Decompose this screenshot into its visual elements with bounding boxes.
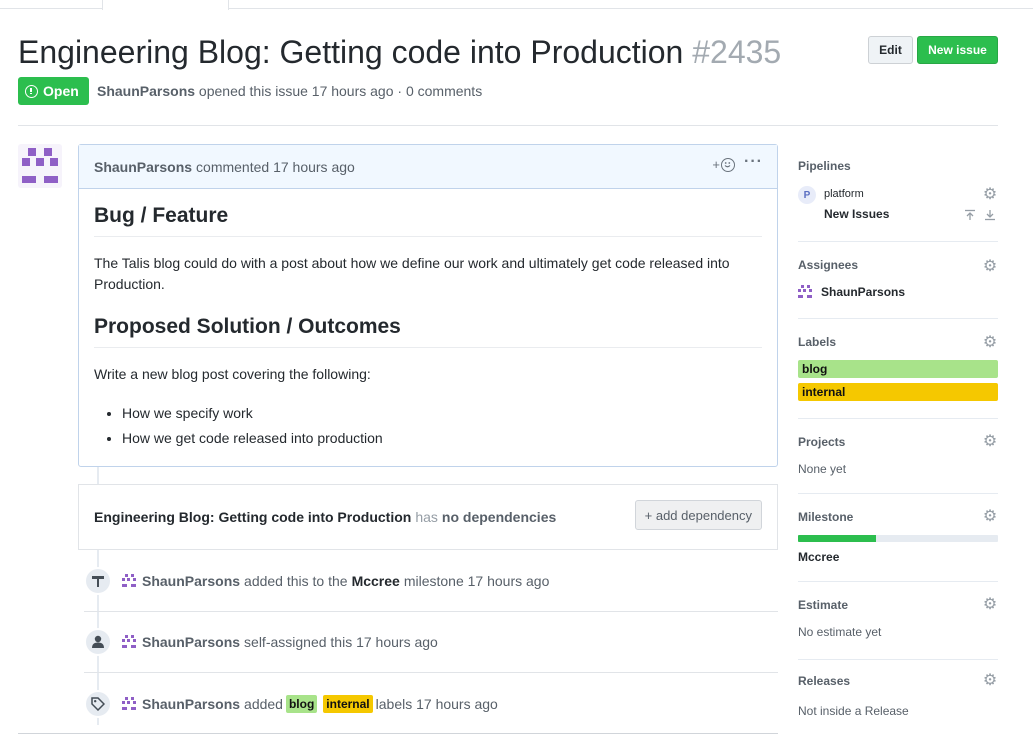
- avatar-pixel: [50, 158, 58, 166]
- move-to-bottom-icon[interactable]: [984, 208, 996, 221]
- dependency-issue-title: Engineering Blog: Getting code into Prod…: [94, 509, 412, 525]
- issue-opened-icon: [25, 84, 38, 98]
- event-text: added this to the: [244, 573, 348, 589]
- event-user-link[interactable]: ShaunParsons: [142, 696, 240, 712]
- gear-icon[interactable]: ⚙: [982, 673, 998, 689]
- issue-title: Engineering Blog: Getting code into Prod…: [18, 33, 781, 71]
- avatar-pixel: [28, 148, 36, 156]
- new-issue-button[interactable]: New issue: [917, 36, 998, 64]
- edit-button[interactable]: Edit: [868, 36, 913, 64]
- heading-proposed-solution: Proposed Solution / Outcomes: [94, 315, 762, 348]
- dependency-has: has: [415, 509, 438, 525]
- projects-value: None yet: [798, 462, 847, 476]
- list-item: How we get code released into production: [122, 426, 762, 451]
- event-user-link[interactable]: ShaunParsons: [142, 634, 240, 650]
- person-icon: [84, 628, 112, 656]
- avatar[interactable]: [122, 574, 136, 588]
- event-text: milestone 17 hours ago: [403, 573, 550, 589]
- comment-paragraph-2: Write a new blog post covering the follo…: [94, 366, 371, 382]
- avatar-pixel: [22, 176, 36, 183]
- milestone-name[interactable]: Mccree: [798, 550, 839, 564]
- timeline-event-labels: ShaunParsons added blog internal labels …: [84, 673, 778, 734]
- milestone-link[interactable]: Mccree: [352, 573, 400, 589]
- milestone-icon: [84, 567, 112, 595]
- gear-icon[interactable]: ⚙: [982, 434, 998, 450]
- timeline-event-milestone: ShaunParsons added this to the Mccree mi…: [84, 551, 778, 612]
- comment-bullet-list: How we specify work How we get code rele…: [94, 401, 762, 451]
- gear-icon[interactable]: ⚙: [982, 335, 998, 351]
- sidebar-projects: Projects ⚙ None yet: [798, 434, 998, 494]
- avatar[interactable]: [122, 635, 136, 649]
- issue-title-text: Engineering Blog: Getting code into Prod…: [18, 34, 684, 70]
- sidebar-heading-releases[interactable]: Releases: [798, 674, 998, 688]
- gear-icon[interactable]: ⚙: [982, 259, 998, 275]
- issue-number: #2435: [692, 34, 782, 70]
- timeline-bottom-divider: [18, 733, 778, 734]
- reaction-plus: +: [712, 157, 720, 172]
- milestone-progress: [798, 535, 998, 542]
- issue-comment: ShaunParsons commented 17 hours ago + ··…: [78, 144, 778, 467]
- event-user-link[interactable]: ShaunParsons: [142, 573, 240, 589]
- gear-icon[interactable]: ⚙: [982, 597, 998, 613]
- state-badge: Open: [18, 77, 89, 105]
- avatar[interactable]: [122, 696, 136, 711]
- sidebar-label-internal[interactable]: internal: [798, 383, 998, 401]
- pipeline-workspace: platform: [824, 188, 864, 200]
- sidebar-releases: Releases ⚙ Not inside a Release: [798, 673, 998, 741]
- sidebar-labels: Labels ⚙ blog internal: [798, 335, 998, 419]
- list-item: How we specify work: [122, 401, 762, 426]
- avatar-pixel: [22, 158, 30, 166]
- comment-header: ShaunParsons commented 17 hours ago + ··…: [79, 145, 777, 189]
- author-avatar[interactable]: [18, 144, 62, 188]
- timeline-event-assign: ShaunParsons self-assigned this 17 hours…: [84, 612, 778, 673]
- top-nav-active-tab[interactable]: [102, 0, 229, 10]
- issue-author-link[interactable]: ShaunParsons: [97, 83, 195, 99]
- milestone-progress-fill: [798, 535, 876, 542]
- event-text: added: [244, 695, 283, 712]
- gear-icon[interactable]: ⚙: [982, 509, 998, 525]
- gear-icon[interactable]: ⚙: [982, 187, 998, 203]
- avatar-pixel: [44, 148, 52, 156]
- more-options-icon[interactable]: ···: [744, 153, 763, 171]
- sidebar-heading-labels[interactable]: Labels: [798, 335, 998, 349]
- comment-time[interactable]: commented 17 hours ago: [196, 159, 355, 175]
- releases-value: Not inside a Release: [798, 704, 909, 718]
- state-label: Open: [43, 83, 79, 99]
- comment-body: Bug / Feature The Talis blog could do wi…: [79, 189, 777, 466]
- avatar-pixel: [36, 158, 44, 166]
- dependencies-box: Engineering Blog: Getting code into Prod…: [78, 484, 778, 550]
- avatar-pixel: [44, 176, 58, 183]
- estimate-value: No estimate yet: [798, 625, 882, 639]
- smiley-icon: [721, 157, 735, 172]
- dependency-status: no dependencies: [441, 509, 557, 525]
- issue-meta: ShaunParsons opened this issue 17 hours …: [97, 83, 482, 99]
- sidebar-heading-assignees[interactable]: Assignees: [798, 258, 998, 272]
- label-internal[interactable]: internal: [323, 694, 373, 713]
- comment-paragraph-1: The Talis blog could do with a post abou…: [94, 255, 730, 292]
- header-divider: [18, 125, 998, 126]
- sidebar-heading-milestone[interactable]: Milestone: [798, 510, 998, 524]
- event-text: self-assigned this 17 hours ago: [244, 634, 438, 650]
- pipeline-badge: P: [798, 186, 816, 204]
- move-to-top-icon[interactable]: [964, 208, 976, 220]
- add-dependency-button[interactable]: + add dependency: [634, 500, 762, 530]
- sidebar-heading-pipelines: Pipelines: [798, 159, 851, 173]
- avatar[interactable]: [798, 285, 814, 299]
- label-blog[interactable]: blog: [285, 694, 318, 713]
- sidebar-label-blog[interactable]: blog: [798, 360, 998, 378]
- event-text: labels 17 hours ago: [375, 695, 498, 712]
- sidebar-heading-projects[interactable]: Projects: [798, 435, 998, 449]
- issue-opened-text: opened this issue 17 hours ago · 0 comme…: [198, 83, 483, 99]
- heading-bug-feature: Bug / Feature: [94, 204, 762, 237]
- tag-icon: [84, 689, 112, 718]
- comment-author-link[interactable]: ShaunParsons: [94, 159, 192, 175]
- sidebar-heading-estimate[interactable]: Estimate: [798, 598, 998, 612]
- sidebar-assignees: Assignees ⚙ ShaunParsons: [798, 258, 998, 319]
- assignee-name[interactable]: ShaunParsons: [821, 285, 905, 299]
- sidebar-milestone: Milestone ⚙ Mccree: [798, 509, 998, 582]
- sidebar-estimate: Estimate ⚙ No estimate yet: [798, 597, 998, 660]
- add-reaction-button[interactable]: +: [712, 157, 735, 172]
- sidebar-pipelines: Pipelines P platform New Issues ⚙: [798, 159, 998, 242]
- pipeline-select[interactable]: New Issues: [824, 207, 889, 221]
